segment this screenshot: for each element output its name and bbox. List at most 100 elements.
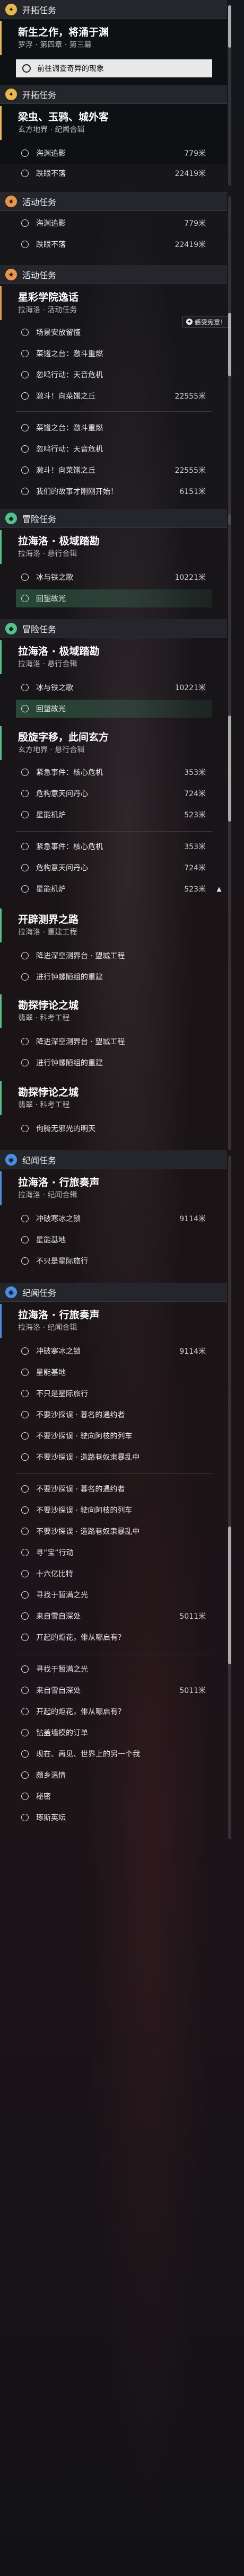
- task-row[interactable]: 跌眼不落 22419米: [16, 164, 212, 182]
- task-row[interactable]: 紧急事件：核心危机 353米: [16, 763, 212, 781]
- task-row[interactable]: 不要沙探误 · 驶向阿枝的列车: [16, 1427, 212, 1445]
- task-row-selected[interactable]: 回望故光: [16, 589, 212, 607]
- task-label: 菜馐之台：激斗重燃: [36, 424, 103, 433]
- objective-icon: [21, 1038, 29, 1045]
- task-row[interactable]: 海渊追影 779米: [16, 214, 212, 232]
- task-row[interactable]: 海渊追影 779米: [16, 144, 212, 162]
- task-row[interactable]: 不只是星际旅行: [16, 1252, 212, 1270]
- task-row[interactable]: 不只是星际旅行: [16, 1384, 212, 1402]
- objective-icon: [21, 684, 29, 691]
- task-row[interactable]: 跌眼不落 22419米: [16, 235, 212, 253]
- objective-icon: [21, 811, 29, 818]
- task-row[interactable]: 寻找于暂满之光: [16, 1660, 212, 1678]
- task-row[interactable]: 不要沙探误 · 暮名的遇约者: [16, 1480, 212, 1498]
- section-header[interactable]: ✦ 开拓任务: [0, 85, 227, 104]
- task-label: 激斗！向菜馐之丘: [36, 466, 95, 475]
- task-row[interactable]: 星能机炉 523米: [16, 880, 212, 898]
- task-row[interactable]: 星能基地: [16, 1363, 212, 1381]
- task-row[interactable]: 冲破寒冰之锁 9114米: [16, 1342, 212, 1360]
- task-label: 危构意天问丹心: [36, 790, 88, 798]
- task-row[interactable]: 寻“宝”行动: [16, 1543, 212, 1562]
- task-row[interactable]: 菜馐之台：激斗重燃: [16, 345, 212, 363]
- scrollbar[interactable]: [228, 196, 231, 525]
- task-row[interactable]: 冰与铁之歌 10221米: [16, 678, 212, 696]
- task-row[interactable]: 我们的故事才刚刚开始！ 6151米: [16, 482, 212, 500]
- navigate-label: 前往调查奇异的现象: [37, 65, 104, 73]
- quest-subtitle: 玄方地界 · 悬行合辑: [18, 746, 85, 754]
- objective-icon: [21, 790, 29, 797]
- task-row[interactable]: 进行钟螺陋组的重建: [16, 968, 212, 986]
- task-row[interactable]: 不要沙探误 · 造路巷奴隶暴乱中: [16, 1522, 212, 1540]
- section-header[interactable]: ★ 活动任务: [0, 192, 227, 211]
- task-distance: 5011米: [179, 1687, 206, 1695]
- task-row[interactable]: 危构意天问丹心 724米: [16, 784, 212, 802]
- task-row[interactable]: 颇乡温情: [16, 1766, 212, 1784]
- task-row[interactable]: 降进深空测界台 · 望城工程: [16, 1033, 212, 1051]
- task-row[interactable]: 危构意天问丹心 724米: [16, 859, 212, 877]
- quest-subtitle: 拉海洛 · 重建工程: [18, 928, 77, 937]
- task-row[interactable]: 来自雪自深处 5011米: [16, 1681, 212, 1699]
- task-row[interactable]: 星能基地: [16, 1231, 212, 1249]
- objective-icon: [21, 1750, 29, 1758]
- navigate-button[interactable]: 前往调查奇异的现象: [16, 59, 212, 77]
- task-row[interactable]: 激斗！向菜馐之丘 22555米: [16, 387, 212, 405]
- task-label: 冲破寒冰之锁: [36, 1347, 81, 1356]
- section-header[interactable]: ★ 活动任务: [0, 265, 227, 284]
- task-row[interactable]: 忽鸣行动：天音危机: [16, 440, 212, 458]
- task-row[interactable]: 秘密: [16, 1787, 212, 1805]
- task-label: 进行钟螺陋组的重建: [36, 973, 103, 982]
- task-label: 寻找于暂满之光: [36, 1591, 88, 1600]
- collapse-icon[interactable]: ▲: [212, 882, 226, 896]
- objective-icon: [21, 1432, 29, 1440]
- quest-title: 新生之作，将涌于渊: [18, 27, 109, 38]
- adventure-icon: ◆: [5, 512, 17, 524]
- task-row[interactable]: 佝腾无邪光的明天: [16, 1119, 212, 1137]
- task-row[interactable]: 冲破寒冰之锁 9114米: [16, 1210, 212, 1228]
- task-row[interactable]: 琢斯英坛: [16, 1809, 212, 1827]
- task-label: 冰与铁之歌: [36, 684, 73, 692]
- section-header[interactable]: ✦ 开拓任务: [0, 0, 227, 19]
- task-row[interactable]: 来自雪自深处 5011米: [16, 1607, 212, 1625]
- section-header[interactable]: ◉ 纪闻任务: [0, 1283, 227, 1302]
- task-row-selected[interactable]: 回望故光: [16, 700, 212, 718]
- scrollbar[interactable]: [228, 514, 231, 1150]
- task-row[interactable]: 冰与铁之歌 10221米: [16, 568, 212, 586]
- section-header[interactable]: ◆ 冒险任务: [0, 619, 227, 638]
- task-row[interactable]: 不要沙探误 · 暮名的遇约者: [16, 1406, 212, 1424]
- task-distance: 724米: [184, 790, 206, 798]
- objective-icon: [21, 219, 29, 227]
- quest-title: 殷旋字移，此间玄方: [18, 731, 109, 743]
- task-row[interactable]: 忽鸣行动：天音危机: [16, 366, 212, 384]
- task-row[interactable]: 菜馐之台：激斗重燃: [16, 419, 212, 437]
- objective-icon: [21, 1059, 29, 1066]
- task-row[interactable]: 现在、再见、世界上的另一个我: [16, 1745, 212, 1763]
- task-distance: 523米: [184, 885, 206, 894]
- objective-icon: [21, 1771, 29, 1779]
- task-row[interactable]: 激斗！向菜馐之丘 22555米: [16, 461, 212, 479]
- task-row[interactable]: 开起的炬花，俳从哪启有？: [16, 1628, 212, 1646]
- scrollbar[interactable]: [228, 5, 231, 186]
- objective-icon: [21, 1708, 29, 1715]
- objective-icon: [21, 350, 29, 357]
- quest-subtitle: 玄方地界 · 纪闻合辑: [18, 126, 85, 134]
- task-row[interactable]: 寻找于暂满之光: [16, 1586, 212, 1604]
- task-row[interactable]: 星能机炉 523米: [16, 806, 212, 824]
- section-header[interactable]: ◉ 纪闻任务: [0, 1150, 227, 1169]
- task-row[interactable]: 不要沙探误 · 驶向阿枝的列车: [16, 1501, 212, 1519]
- task-row[interactable]: 钻盖墙模的订单: [16, 1724, 212, 1742]
- task-label: 秘密: [36, 1793, 51, 1801]
- task-row[interactable]: 十六亿比特: [16, 1565, 212, 1583]
- section-header[interactable]: ◆ 冒险任务: [0, 509, 227, 528]
- task-row[interactable]: 不要沙探误 · 造路巷奴隶暴乱中: [16, 1448, 212, 1466]
- task-label: 跌眼不落: [36, 241, 66, 249]
- task-row[interactable]: 开起的炬花，俳从哪启有？: [16, 1702, 212, 1721]
- task-row[interactable]: 降进深空测界台 · 望城工程: [16, 947, 212, 965]
- objective-icon: [21, 149, 29, 157]
- task-label: 场景安放留懂: [36, 329, 81, 337]
- task-label: 降进深空测界台 · 望城工程: [36, 952, 125, 960]
- scrollbar[interactable]: [228, 1155, 231, 1839]
- quest-subtitle: 罗浮 · 第四章 · 第三幕: [18, 41, 92, 49]
- task-row[interactable]: 进行钟螺陋组的重建: [16, 1054, 212, 1072]
- task-row[interactable]: 紧急事件：核心危机 353米: [16, 837, 212, 855]
- quest-title: 开辟测界之路: [18, 914, 79, 925]
